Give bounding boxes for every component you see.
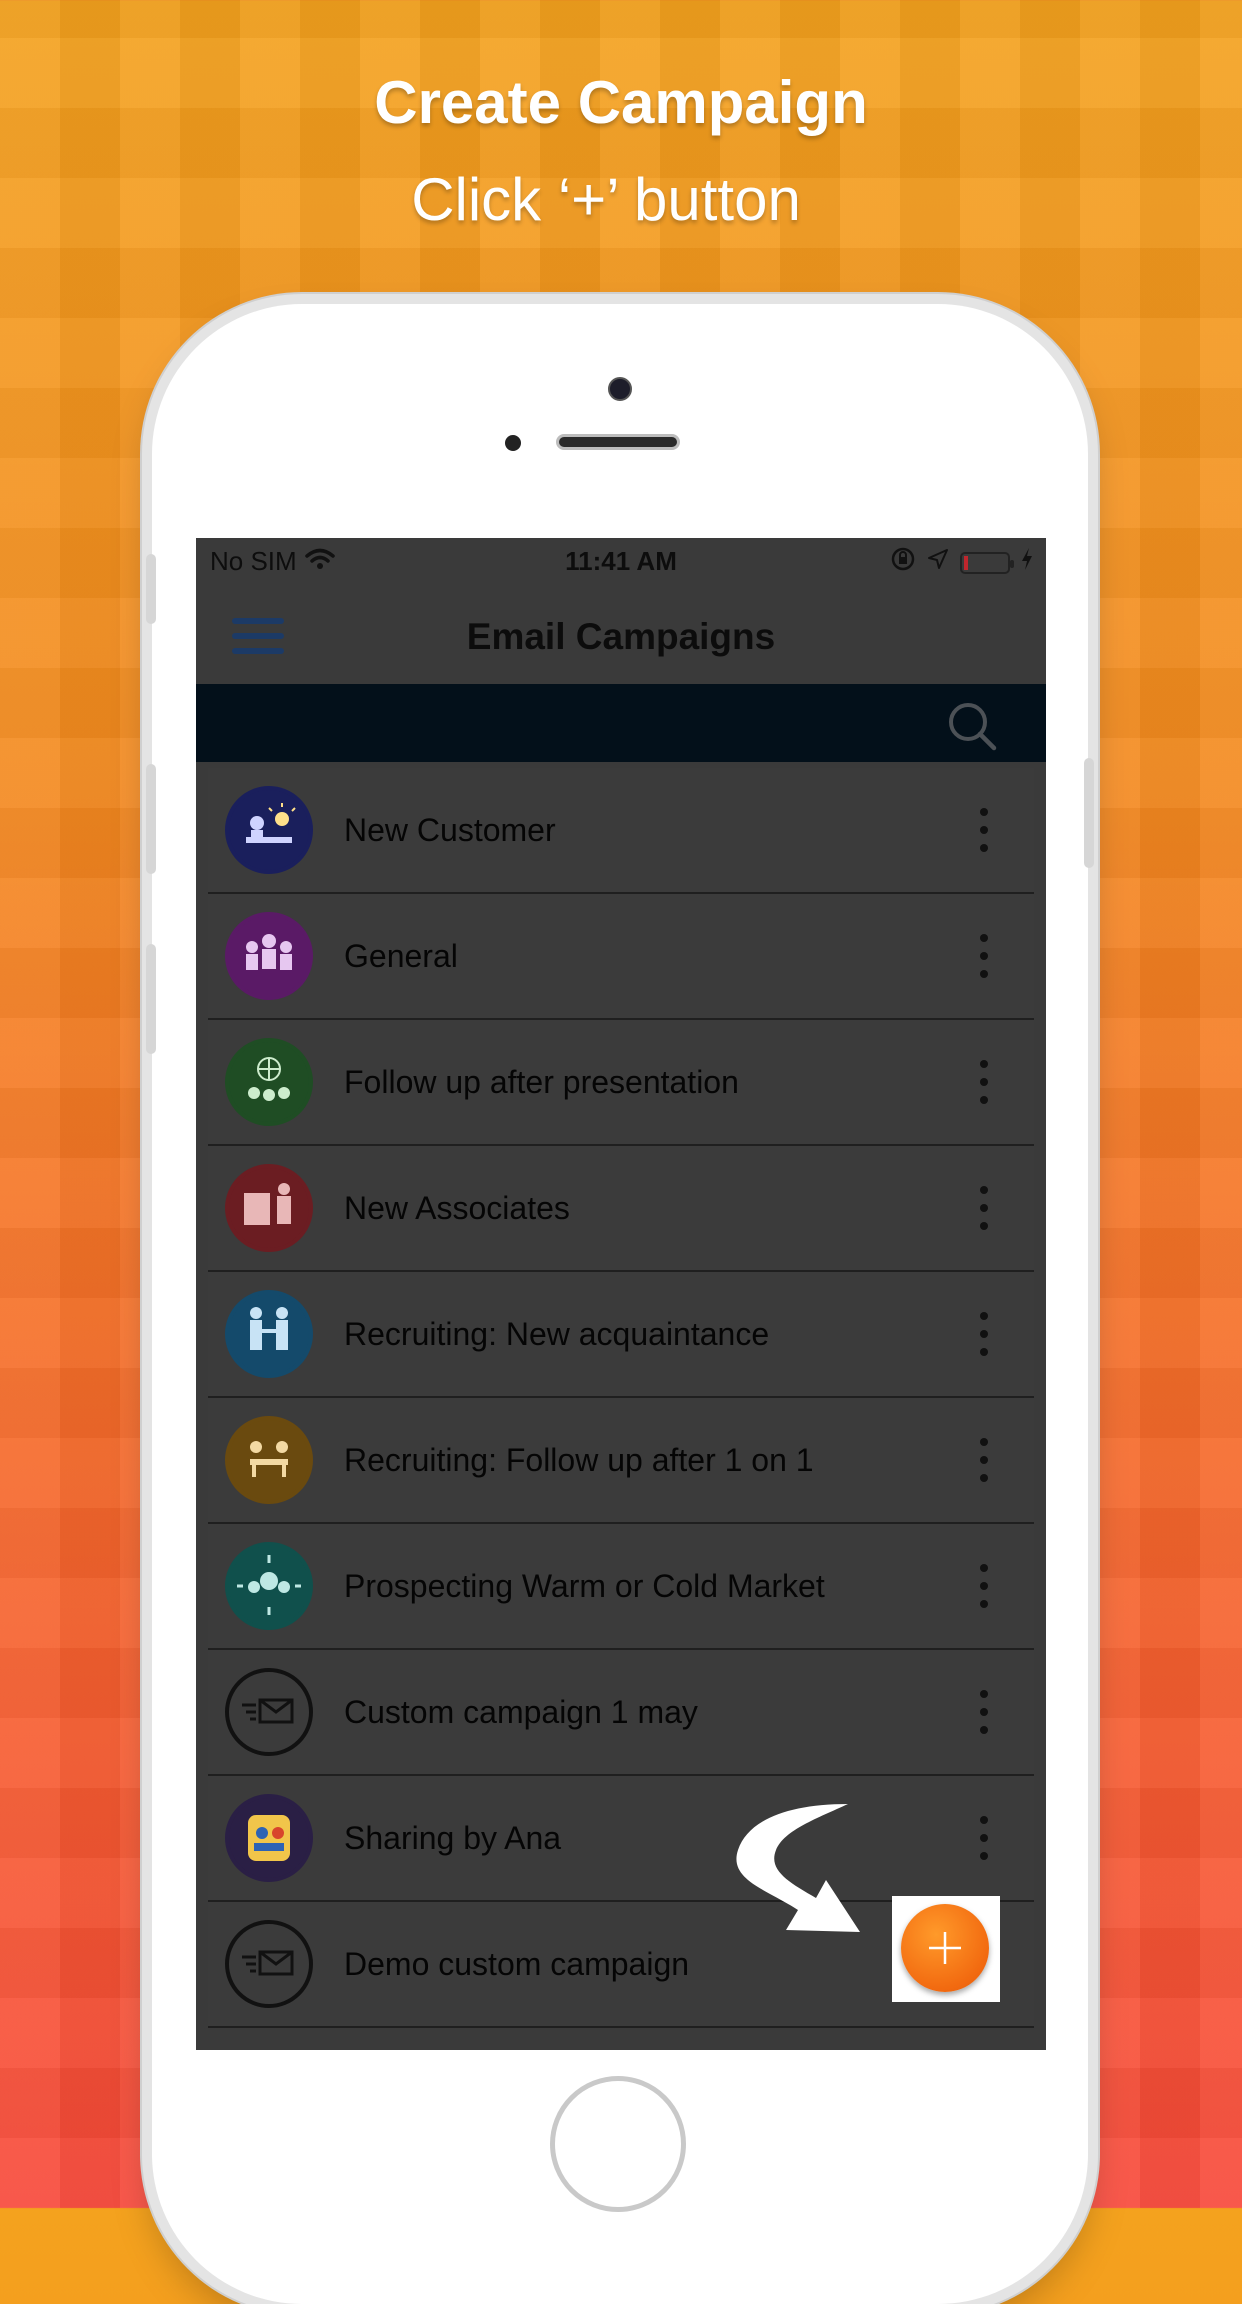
location-icon [926,547,950,578]
campaign-label: New Associates [344,1190,570,1226]
sharing-icon [224,1793,314,1883]
promo-subheadline: Click ‘+’ button [411,166,801,233]
handshake-icon [224,1289,314,1379]
campaign-row[interactable]: Sharing by Ana [208,1776,1034,1902]
more-options-icon[interactable] [974,1312,994,1356]
volume-up-button [146,764,156,874]
campaign-label: New Customer [344,812,556,848]
home-button[interactable] [550,2076,686,2212]
globe-team-icon [224,1037,314,1127]
mute-switch [146,554,156,624]
campaign-row[interactable]: Recruiting: Follow up after 1 on 1 [208,1398,1034,1524]
search-icon[interactable] [944,698,1000,759]
more-options-icon[interactable] [974,1816,994,1860]
more-options-icon[interactable] [974,1060,994,1104]
campaign-label: Recruiting: Follow up after 1 on 1 [344,1442,814,1478]
promo-headline: Create Campaign [374,69,868,136]
campaign-label: Sharing by Ana [344,1820,562,1856]
campaign-label: General [344,938,458,974]
earpiece-speaker [556,434,680,450]
presentation-icon [224,785,314,875]
charging-icon [1020,547,1034,578]
campaign-label: Recruiting: New acquaintance [344,1316,770,1352]
fast-mail-icon [224,1919,314,2009]
campaign-row[interactable]: New Associates [208,1146,1034,1272]
group-icon [224,1541,314,1631]
more-options-icon[interactable] [974,1438,994,1482]
team-icon [224,911,314,1001]
fast-mail-icon [224,1667,314,1757]
campaign-row[interactable]: General [208,894,1034,1020]
meeting-icon [224,1415,314,1505]
volume-down-button [146,944,156,1054]
add-campaign-button[interactable] [901,1904,989,1992]
app-screen: No SIM 11:41 AM Email Campaigns New Cust… [196,538,1046,2050]
orientation-lock-icon [890,546,916,579]
campaign-label: Custom campaign 1 may [344,1694,698,1730]
page-title: Email Campaigns [466,616,776,657]
campaign-row[interactable]: New Customer [208,768,1034,894]
campaign-row[interactable]: Custom campaign 1 may [208,1650,1034,1776]
proximity-sensor [505,435,521,451]
more-options-icon[interactable] [974,808,994,852]
more-options-icon[interactable] [974,1690,994,1734]
campaign-row[interactable]: Follow up after presentation [208,1020,1034,1146]
campaign-list: New Customer General Follow up after prese… [208,768,1034,2028]
campaign-label: Follow up after presentation [344,1064,739,1100]
front-camera [608,377,632,401]
campaign-row[interactable]: Prospecting Warm or Cold Market [208,1524,1034,1650]
power-button [1084,758,1094,868]
campaign-row[interactable]: Recruiting: New acquaintance [208,1272,1034,1398]
more-options-icon[interactable] [974,934,994,978]
app-bar: Email Campaigns [196,586,1046,684]
battery-icon [960,551,1014,574]
business-people-icon [224,1163,314,1253]
status-bar: No SIM 11:41 AM [196,538,1046,586]
campaign-label: Prospecting Warm or Cold Market [344,1568,825,1604]
more-options-icon[interactable] [974,1186,994,1230]
more-options-icon[interactable] [974,1564,994,1608]
plus-icon [929,1932,961,1964]
campaign-label: Demo custom campaign [344,1946,690,1982]
search-bar[interactable] [196,684,1046,762]
pointer-arrow-icon [736,1804,860,1932]
